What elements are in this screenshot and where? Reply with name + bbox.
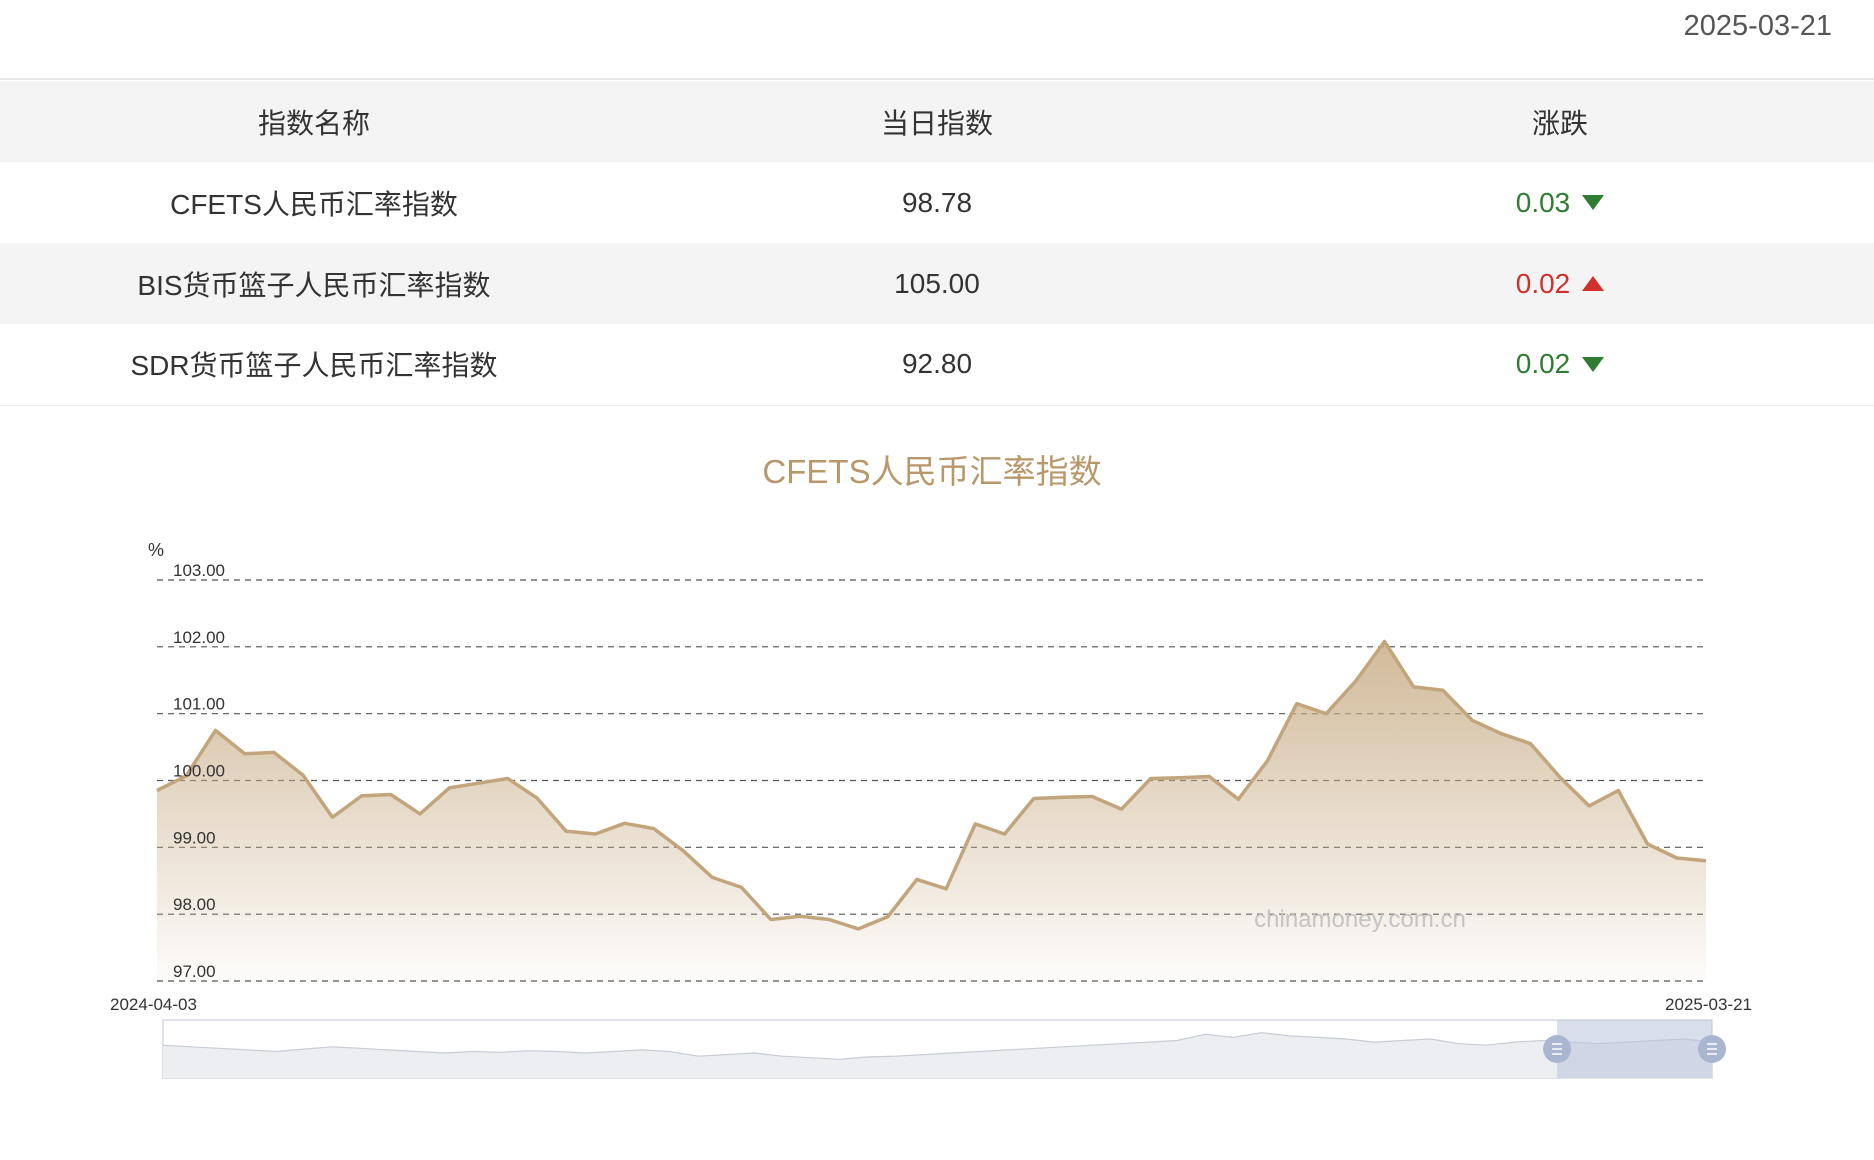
index-change-cell: 0.02: [1246, 243, 1874, 324]
chart-title: CFETS人民币汇率指数: [762, 453, 1102, 490]
column-header-name: 指数名称: [257, 107, 370, 139]
y-tick-label: 98.00: [173, 895, 216, 914]
triangle-down-icon: [1582, 356, 1605, 372]
index-name[interactable]: SDR货币篮子人民币汇率指数: [0, 324, 628, 406]
change-value-wrap: 0.02: [1516, 348, 1605, 380]
zoom-handle-end-icon[interactable]: [1698, 1035, 1726, 1063]
watermark: chinamoney.com.cn: [1254, 906, 1466, 933]
y-tick-label: 99.00: [173, 828, 216, 847]
column-header-change: 涨跌: [1531, 107, 1588, 139]
y-tick-label: 101.00: [173, 695, 225, 714]
chart-svg[interactable]: % 103.00 102.00 101.00 100.00 99.00 98.00 97.0…: [0, 520, 1874, 1090]
zoom-handle-start-icon[interactable]: [1543, 1035, 1572, 1063]
change-value-wrap: 0.02: [1516, 268, 1605, 300]
index-table: 指数名称 当日指数 涨跌 CFETS人民币汇率指数 98.78 0.03 BIS…: [0, 81, 1874, 406]
triangle-up-icon: [1582, 276, 1605, 291]
y-tick-label: 103.00: [173, 561, 225, 580]
column-header-value: 当日指数: [880, 107, 993, 139]
table-header-row: 指数名称 当日指数 涨跌: [0, 81, 1874, 162]
index-change-cell: 0.03: [1246, 162, 1874, 243]
y-axis-unit: %: [148, 540, 164, 560]
series-area: [157, 641, 1706, 981]
index-value: 98.78: [901, 186, 973, 218]
change-value: 0.03: [1515, 186, 1571, 218]
zoom-selected-range[interactable]: [1557, 1020, 1712, 1078]
data-zoom-slider[interactable]: [162, 1019, 1726, 1079]
x-end-label: 2025-03-21: [1665, 995, 1752, 1014]
y-tick-label: 100.00: [173, 762, 225, 781]
table-row[interactable]: SDR货币篮子人民币汇率指数 92.80 0.02: [0, 324, 1874, 406]
change-value: 0.02: [1515, 348, 1571, 380]
y-tick-label: 97.00: [173, 962, 216, 981]
change-value-wrap: 0.03: [1516, 187, 1605, 219]
x-start-label: 2024-04-03: [110, 995, 197, 1014]
triangle-down-icon: [1582, 195, 1605, 210]
index-value: 92.80: [628, 324, 1246, 406]
top-bar: 2025-03-21: [0, 0, 1874, 80]
table-row[interactable]: CFETS人民币汇率指数 98.78 0.03: [0, 162, 1874, 243]
index-name[interactable]: CFETS人民币汇率指数: [0, 162, 628, 243]
table-row[interactable]: BIS货币篮子人民币汇率指数 105.00 0.02: [0, 243, 1874, 324]
change-value: 0.02: [1515, 267, 1571, 299]
index-change-cell: 0.02: [1246, 324, 1874, 406]
index-name[interactable]: BIS货币篮子人民币汇率指数: [0, 243, 628, 324]
y-tick-label: 102.00: [173, 628, 225, 647]
index-value: 105.00: [894, 267, 980, 299]
current-date: 2025-03-21: [1683, 10, 1832, 42]
